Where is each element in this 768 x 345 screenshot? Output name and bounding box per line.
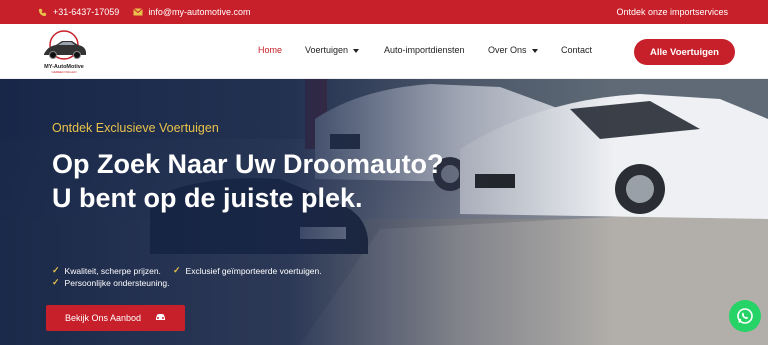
nav-voertuigen[interactable]: Voertuigen: [305, 45, 360, 55]
whatsapp-icon: [737, 308, 753, 324]
whatsapp-button[interactable]: [729, 300, 761, 332]
phone-text: +31-6437-17059: [53, 7, 120, 17]
top-bar: +31-6437-17059 info@my-automotive.com On…: [0, 0, 768, 24]
contact-info: +31-6437-17059 info@my-automotive.com: [38, 7, 250, 17]
view-offer-button[interactable]: Bekijk Ons Aanbod: [46, 305, 185, 331]
site-header: MY-AutoMotive GEMEEN WILLEN Home Voertui…: [0, 24, 768, 79]
feature-item: ✓ Persoonlijke ondersteuning.: [52, 277, 170, 288]
nav-over-ons[interactable]: Over Ons: [488, 45, 538, 55]
hero-title: Op Zoek Naar Uw Droomauto? U bent op de …: [52, 149, 444, 213]
view-offer-label: Bekijk Ons Aanbod: [64, 313, 142, 323]
car-icon: [155, 313, 166, 323]
logo-tagline: GEMEEN WILLEN: [51, 70, 77, 74]
mail-icon: [133, 7, 144, 17]
chevron-down-icon: [353, 48, 360, 53]
hero-section: Ontdek Exclusieve Voertuigen Op Zoek Naa…: [0, 79, 768, 345]
nav-home[interactable]: Home: [258, 45, 282, 55]
hero-pretitle: Ontdek Exclusieve Voertuigen: [52, 121, 219, 135]
import-services-link[interactable]: Ontdek onze importservices: [616, 7, 728, 17]
feature-item: ✓ Kwaliteit, scherpe prijzen.: [52, 265, 161, 276]
phone-link[interactable]: +31-6437-17059: [38, 7, 119, 17]
check-icon: ✓: [52, 277, 60, 287]
site-logo[interactable]: MY-AutoMotive GEMEEN WILLEN: [38, 30, 90, 74]
nav-contact[interactable]: Contact: [561, 45, 592, 55]
phone-icon: [38, 8, 47, 17]
nav-auto-importdiensten[interactable]: Auto-importdiensten: [384, 45, 465, 55]
logo-car-icon: [44, 30, 86, 60]
all-vehicles-button[interactable]: Alle Voertuigen: [634, 39, 735, 65]
chevron-down-icon: [531, 48, 538, 53]
check-icon: ✓: [173, 265, 181, 275]
email-link[interactable]: info@my-automotive.com: [133, 7, 250, 17]
email-text: info@my-automotive.com: [148, 7, 251, 17]
feature-item: ✓ Exclusief geïmporteerde voertuigen.: [173, 265, 322, 276]
check-icon: ✓: [52, 265, 60, 275]
